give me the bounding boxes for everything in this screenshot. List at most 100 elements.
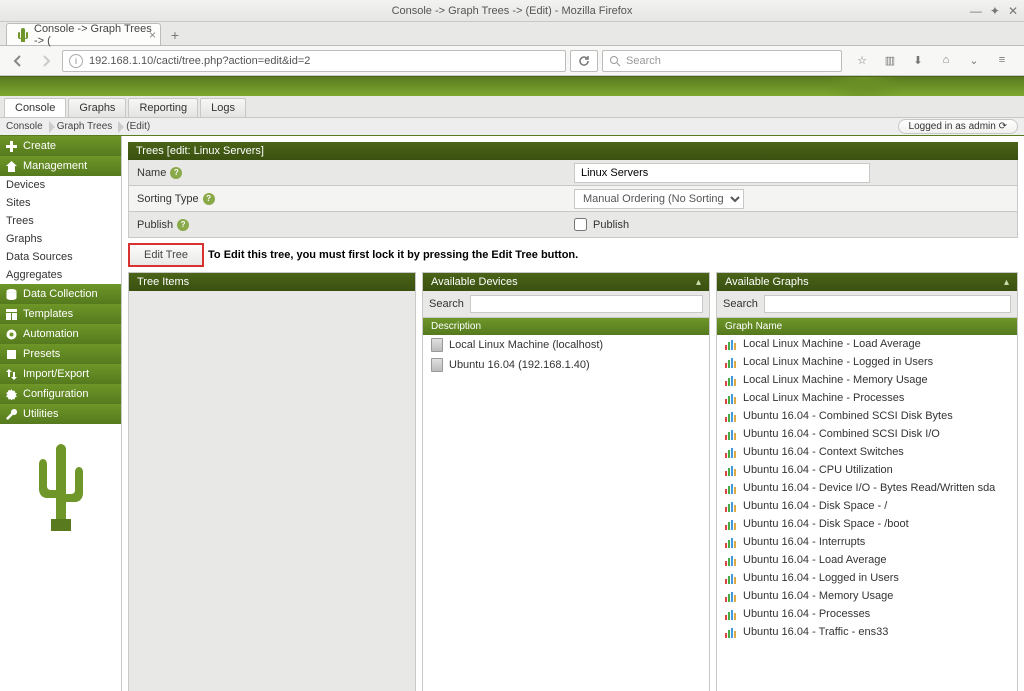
available-graphs-header: Available Graphs ▴ bbox=[717, 273, 1017, 291]
graph-item[interactable]: Ubuntu 16.04 - CPU Utilization bbox=[717, 461, 1017, 479]
forward-button[interactable] bbox=[34, 50, 58, 72]
tab-reporting[interactable]: Reporting bbox=[128, 98, 198, 117]
collapse-icon[interactable]: ▴ bbox=[696, 277, 701, 288]
graph-icon bbox=[725, 392, 737, 404]
create-icon bbox=[6, 141, 17, 152]
menu-icon[interactable]: ≡ bbox=[992, 54, 1012, 67]
browser-toolbar: i 192.168.1.10/cacti/tree.php?action=edi… bbox=[0, 46, 1024, 76]
device-icon bbox=[431, 338, 443, 352]
tree-items-body[interactable] bbox=[129, 291, 415, 691]
sidebar-item-graphs[interactable]: Graphs bbox=[0, 230, 121, 248]
sidebar-item-sites[interactable]: Sites bbox=[0, 194, 121, 212]
url-bar[interactable]: i 192.168.1.10/cacti/tree.php?action=edi… bbox=[62, 50, 566, 72]
graph-item[interactable]: Ubuntu 16.04 - Context Switches bbox=[717, 443, 1017, 461]
graph-item[interactable]: Ubuntu 16.04 - Memory Usage bbox=[717, 587, 1017, 605]
breadcrumb-item[interactable]: Console bbox=[6, 121, 43, 132]
sidebar-utilities[interactable]: Utilities bbox=[0, 404, 121, 424]
sorting-select[interactable]: Manual Ordering (No Sorting) bbox=[574, 189, 744, 209]
app-tabs: Console Graphs Reporting Logs bbox=[0, 96, 1024, 118]
sidebar-item-devices[interactable]: Devices bbox=[0, 176, 121, 194]
sidebar-presets[interactable]: Presets bbox=[0, 344, 121, 364]
sidebar-data-collection[interactable]: Data Collection bbox=[0, 284, 121, 304]
sidebar-import-export[interactable]: Import/Export bbox=[0, 364, 121, 384]
graph-icon bbox=[725, 482, 737, 494]
graph-item[interactable]: Local Linux Machine - Memory Usage bbox=[717, 371, 1017, 389]
templates-icon bbox=[6, 309, 17, 320]
sidebar-templates[interactable]: Templates bbox=[0, 304, 121, 324]
breadcrumb-row: Console Graph Trees (Edit) Logged in as … bbox=[0, 118, 1024, 136]
collapse-icon[interactable]: ▴ bbox=[1004, 277, 1009, 288]
graph-item[interactable]: Ubuntu 16.04 - Combined SCSI Disk Bytes bbox=[717, 407, 1017, 425]
help-icon[interactable]: ? bbox=[170, 167, 182, 179]
help-icon[interactable]: ? bbox=[203, 193, 215, 205]
search-label: Search bbox=[723, 298, 758, 310]
browser-tab[interactable]: Console -> Graph Trees -> ( × bbox=[6, 23, 161, 45]
form-value: Publish bbox=[566, 216, 1017, 233]
login-status[interactable]: Logged in as admin ⟳ bbox=[898, 119, 1018, 134]
tab-console[interactable]: Console bbox=[4, 98, 66, 117]
form-row-name: Name ? bbox=[128, 160, 1018, 186]
pocket-icon[interactable]: ⌄ bbox=[964, 54, 984, 67]
site-info-icon[interactable]: i bbox=[69, 54, 83, 68]
graph-icon bbox=[725, 356, 737, 368]
edit-tree-button[interactable]: Edit Tree bbox=[128, 243, 204, 267]
graph-item[interactable]: Ubuntu 16.04 - Traffic - ens33 bbox=[717, 623, 1017, 641]
close-window-icon[interactable]: ✕ bbox=[1008, 4, 1018, 18]
help-icon[interactable]: ? bbox=[177, 219, 189, 231]
graph-item[interactable]: Ubuntu 16.04 - Interrupts bbox=[717, 533, 1017, 551]
reload-button[interactable] bbox=[570, 50, 598, 72]
sidebar-item-data-sources[interactable]: Data Sources bbox=[0, 248, 121, 266]
graph-icon bbox=[725, 518, 737, 530]
tab-close-icon[interactable]: × bbox=[149, 28, 156, 42]
new-tab-button[interactable]: + bbox=[163, 25, 187, 45]
tree-items-column: Tree Items bbox=[128, 272, 416, 691]
sidebar-create[interactable]: Create bbox=[0, 136, 121, 156]
graph-item[interactable]: Ubuntu 16.04 - Load Average bbox=[717, 551, 1017, 569]
device-item[interactable]: Ubuntu 16.04 (192.168.1.40) bbox=[423, 355, 709, 375]
graph-item[interactable]: Ubuntu 16.04 - Disk Space - / bbox=[717, 497, 1017, 515]
graph-item[interactable]: Ubuntu 16.04 - Disk Space - /boot bbox=[717, 515, 1017, 533]
browser-search[interactable]: Search bbox=[602, 50, 842, 72]
graphs-search-input[interactable] bbox=[764, 295, 1011, 313]
sidebar-item-trees[interactable]: Trees bbox=[0, 212, 121, 230]
graph-item[interactable]: Ubuntu 16.04 - Device I/O - Bytes Read/W… bbox=[717, 479, 1017, 497]
devices-list: Local Linux Machine (localhost) Ubuntu 1… bbox=[423, 335, 709, 691]
available-devices-column: Available Devices ▴ Search Description L… bbox=[422, 272, 710, 691]
sidebar-management[interactable]: Management bbox=[0, 156, 121, 176]
sidebar-item-aggregates[interactable]: Aggregates bbox=[0, 266, 121, 284]
graph-item[interactable]: Local Linux Machine - Logged in Users bbox=[717, 353, 1017, 371]
edit-tree-message: To Edit this tree, you must first lock i… bbox=[208, 249, 578, 261]
form-row-publish: Publish ? Publish bbox=[128, 212, 1018, 238]
maximize-icon[interactable]: ✦ bbox=[990, 4, 1000, 18]
graph-item[interactable]: Local Linux Machine - Processes bbox=[717, 389, 1017, 407]
form-value bbox=[566, 161, 1017, 185]
publish-checkbox[interactable] bbox=[574, 218, 587, 231]
device-item[interactable]: Local Linux Machine (localhost) bbox=[423, 335, 709, 355]
library-icon[interactable]: ▥ bbox=[880, 54, 900, 67]
search-icon bbox=[609, 55, 621, 67]
graph-item[interactable]: Ubuntu 16.04 - Processes bbox=[717, 605, 1017, 623]
sidebar-configuration[interactable]: Configuration bbox=[0, 384, 121, 404]
name-input[interactable] bbox=[574, 163, 870, 183]
minimize-icon[interactable]: — bbox=[970, 4, 982, 18]
breadcrumb: Console Graph Trees (Edit) bbox=[6, 121, 150, 132]
search-placeholder: Search bbox=[626, 55, 661, 67]
graph-item[interactable]: Ubuntu 16.04 - Combined SCSI Disk I/O bbox=[717, 425, 1017, 443]
bookmark-star-icon[interactable]: ☆ bbox=[852, 54, 872, 67]
back-button[interactable] bbox=[6, 50, 30, 72]
devices-search-input[interactable] bbox=[470, 295, 703, 313]
graph-icon bbox=[725, 554, 737, 566]
search-label: Search bbox=[429, 298, 464, 310]
breadcrumb-item[interactable]: Graph Trees bbox=[57, 121, 113, 132]
graph-item[interactable]: Ubuntu 16.04 - Logged in Users bbox=[717, 569, 1017, 587]
tab-logs[interactable]: Logs bbox=[200, 98, 246, 117]
tab-graphs[interactable]: Graphs bbox=[68, 98, 126, 117]
database-icon bbox=[6, 289, 17, 300]
downloads-icon[interactable]: ⬇ bbox=[908, 54, 928, 67]
graph-icon bbox=[725, 572, 737, 584]
app-header-strip bbox=[0, 76, 1024, 96]
home-icon[interactable]: ⌂ bbox=[936, 54, 956, 67]
graph-item[interactable]: Local Linux Machine - Load Average bbox=[717, 335, 1017, 353]
available-graphs-column: Available Graphs ▴ Search Graph Name Loc… bbox=[716, 272, 1018, 691]
sidebar-automation[interactable]: Automation bbox=[0, 324, 121, 344]
